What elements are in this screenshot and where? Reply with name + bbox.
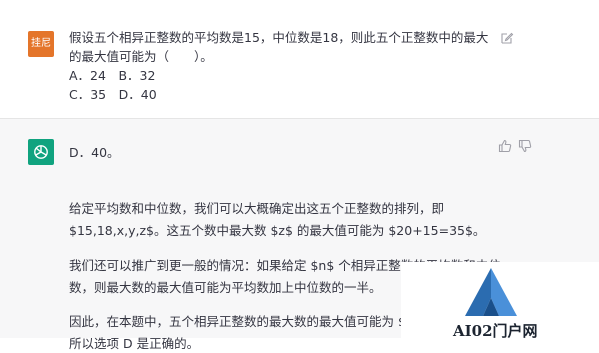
ai02-logo-icon <box>465 268 517 316</box>
paragraph-3-line-2: 所以选项 D 是正确的。 <box>69 336 200 351</box>
openai-logo-icon <box>34 145 48 159</box>
user-message-text: 假设五个相异正整数的平均数是15，中位数是18，则此五个正整数中的最大 的最大值… <box>69 28 499 104</box>
user-message: 挂尼 假设五个相异正整数的平均数是15，中位数是18，则此五个正整数中的最大 的… <box>0 0 599 118</box>
answer-line: D．40。 <box>69 145 120 160</box>
thumbs-up-icon[interactable] <box>498 139 512 153</box>
paragraph-1-line-1: 给定平均数和中位数，我们可以大概确定出这五个正整数的排列，即 <box>69 201 445 216</box>
edit-icon[interactable] <box>500 31 514 45</box>
paragraph-2-line-2: 数，则最大数的最大值可能为平均数加上中位数的一半。 <box>69 280 382 295</box>
user-line-3: A．24 B．32 <box>69 68 156 83</box>
user-line-4: C．35 D．40 <box>69 87 157 102</box>
thumbs-down-icon[interactable] <box>518 139 532 153</box>
chatgpt-logo-avatar <box>28 139 54 165</box>
user-line-2: 的最大值可能为（ ）。 <box>69 49 213 64</box>
user-line-1: 假设五个相异正整数的平均数是15，中位数是18，则此五个正整数中的最大 <box>69 30 489 45</box>
paragraph-3-line-1: 因此，在本题中，五个相异正整数的最大数的最大值可能为 $1 <box>69 314 414 329</box>
paragraph-1-line-2: $15,18,x,y,z$。这五个数中最大数 $z$ 的最大值可能为 $20+1… <box>69 223 486 238</box>
site-watermark: AI02门户网 <box>401 262 599 340</box>
user-avatar: 挂尼 <box>28 31 54 57</box>
